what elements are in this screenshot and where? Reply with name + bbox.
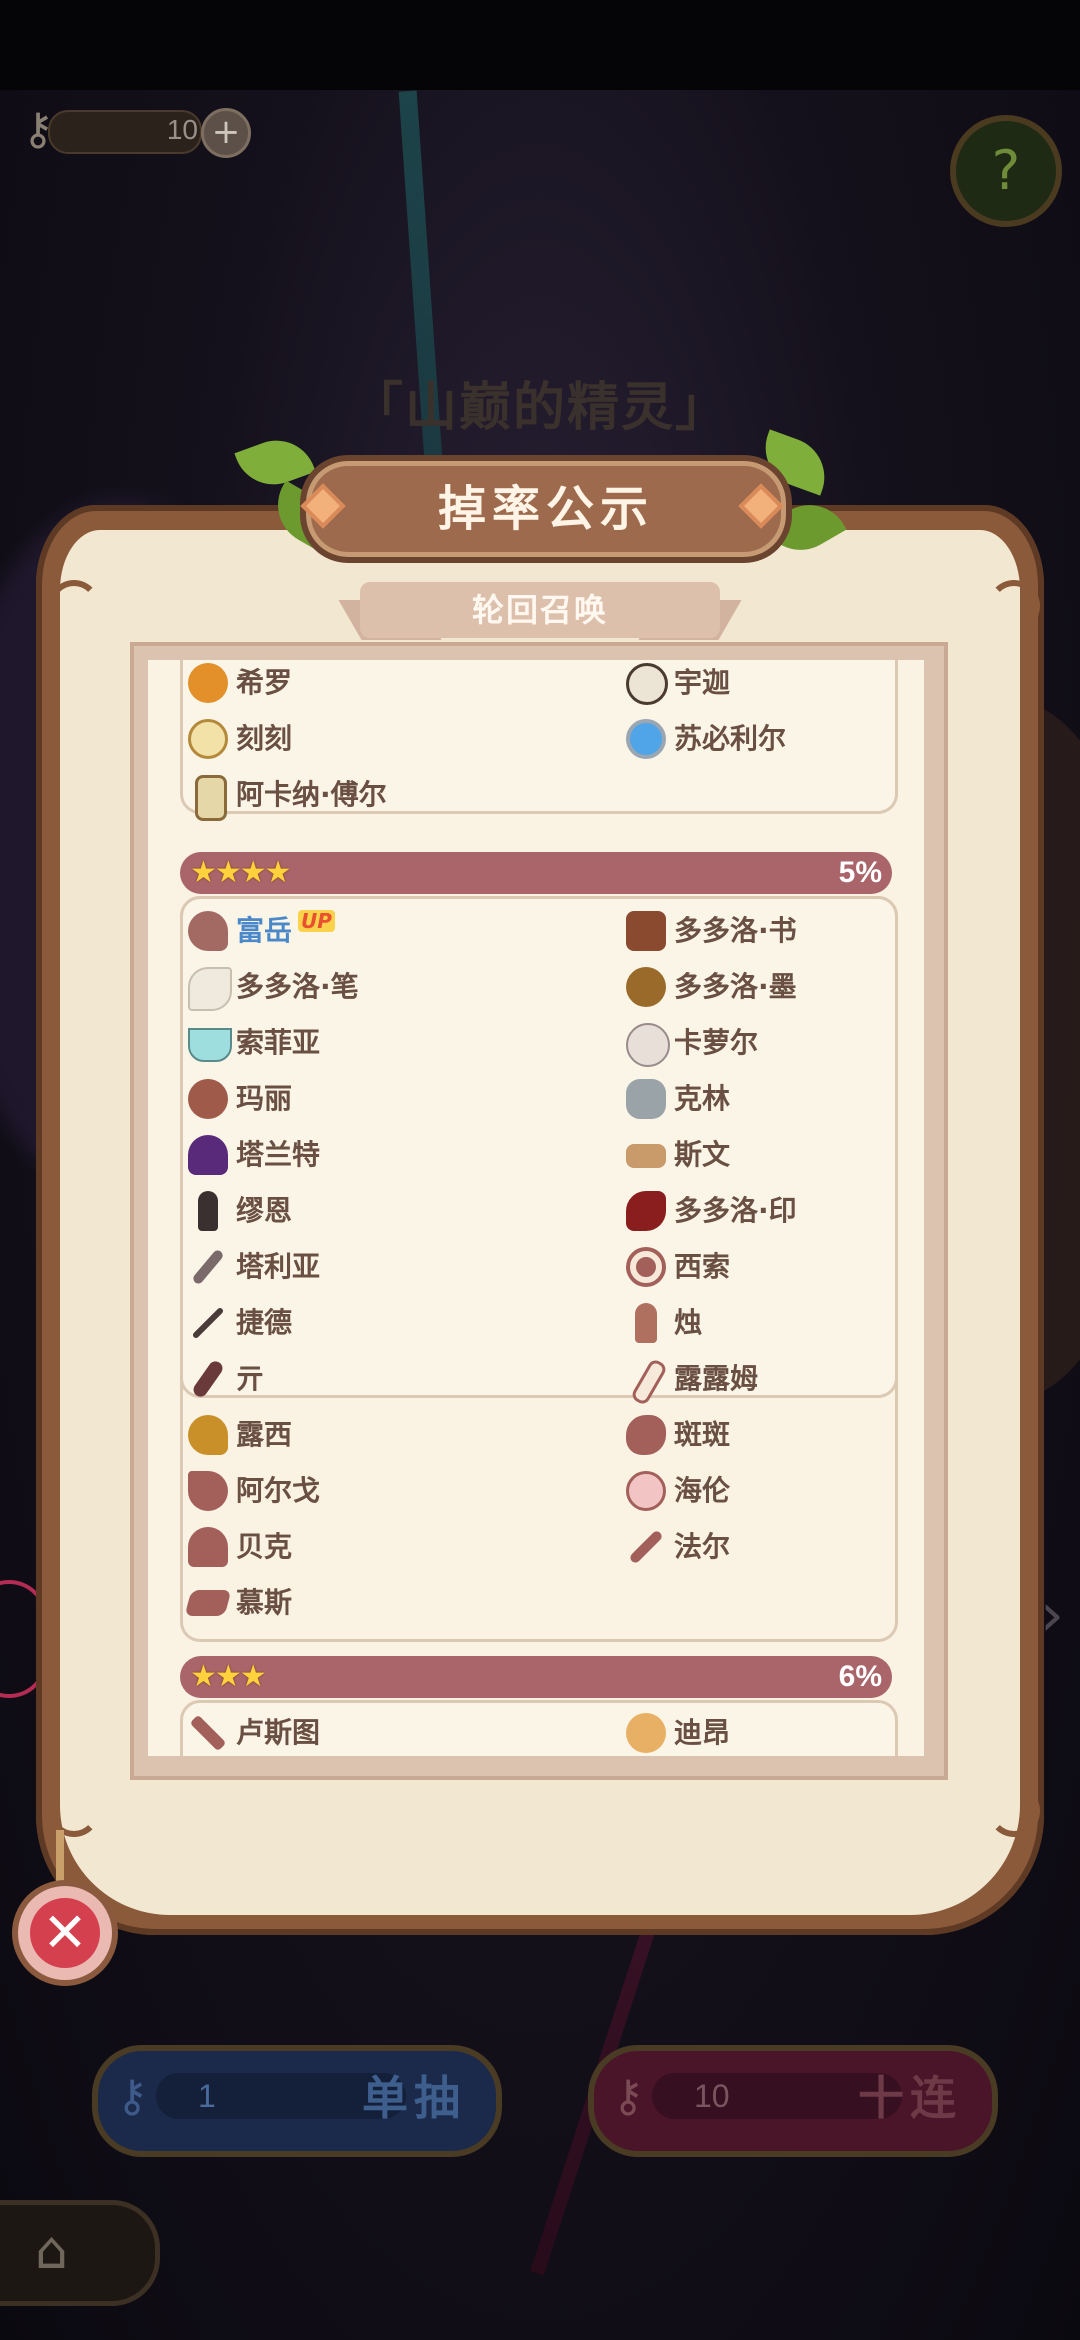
panel-title: 掉率公示 <box>437 481 654 537</box>
pocket-watch-icon <box>188 719 228 759</box>
list-item: 卢斯图 <box>188 1710 528 1756</box>
single-draw-cost: 1 <box>198 2078 216 2114</box>
close-icon: ✕ <box>30 1898 100 1968</box>
cookie-icon <box>626 1713 666 1753</box>
tarot-card-icon <box>195 775 227 821</box>
rope-decoration <box>56 1830 64 1885</box>
list-item: 阿卡纳·傅尔 <box>188 772 528 821</box>
character-group-border <box>180 896 898 1642</box>
key-count: 10 <box>166 114 198 145</box>
list-item: 苏必利尔 <box>626 716 924 762</box>
crown-icon <box>188 663 228 703</box>
corner-ornament <box>48 580 100 632</box>
key-currency-counter: ⚷ 10 + <box>8 100 251 160</box>
tier-drop-rate: 5% <box>838 856 882 889</box>
add-keys-button[interactable]: + <box>201 108 251 158</box>
key-icon: ⚷ <box>612 2071 645 2122</box>
banner-title: 「山巅的精灵」 <box>350 378 729 438</box>
tier-drop-rate: 6% <box>838 1660 882 1693</box>
item-name: 苏必利尔 <box>674 722 787 755</box>
plank-icon <box>189 1714 227 1752</box>
item-name: 刻刻 <box>236 722 293 755</box>
summon-type-label: 轮回召唤 <box>471 591 608 629</box>
ten-draw-label: 十连 <box>858 2071 962 2125</box>
corner-ornament <box>988 1785 1040 1837</box>
key-icon: ⚷ <box>21 104 55 155</box>
single-draw-button[interactable]: ⚷ 1 单抽 <box>92 2045 502 2157</box>
ten-draw-cost: 10 <box>694 2078 730 2114</box>
star-rating-icon: ★★★★ <box>190 855 292 890</box>
list-item: 希罗 <box>188 660 528 706</box>
key-icon: ⚷ <box>116 2071 149 2122</box>
star-rating-icon: ★★★ <box>190 1659 267 1694</box>
summon-type-ribbon: 轮回召唤 <box>360 582 720 638</box>
cake-icon <box>626 663 668 705</box>
home-icon: ⌂ <box>35 2221 69 2281</box>
ring-icon <box>626 719 666 759</box>
item-name: 希罗 <box>236 666 293 699</box>
panel-header: 掉率公示 <box>300 455 792 563</box>
item-name: 阿卡纳·傅尔 <box>236 778 387 811</box>
item-name: 迪昂 <box>674 1716 731 1749</box>
corner-ornament <box>988 580 1040 632</box>
rate-list-scroll[interactable]: 希罗 宇迦 刻刻 苏必利尔 阿卡纳·傅尔 ★★★★ 5% 富岳 UP 多多洛·书… <box>148 660 924 1756</box>
list-item: 宇迦 <box>626 660 924 706</box>
close-button[interactable]: ✕ <box>12 1880 118 1986</box>
tier-bar-4-star: ★★★★ 5% <box>180 852 892 894</box>
list-item: 刻刻 <box>188 716 528 762</box>
home-button[interactable]: ⌂ <box>0 2200 160 2306</box>
help-button[interactable]: ? <box>950 115 1062 227</box>
status-bar <box>0 0 1080 90</box>
tier-bar-3-star: ★★★ 6% <box>180 1656 892 1698</box>
single-draw-label: 单抽 <box>362 2071 466 2125</box>
ten-draw-button[interactable]: ⚷ 10 十连 <box>588 2045 998 2157</box>
item-name: 卢斯图 <box>236 1716 321 1749</box>
item-name: 宇迦 <box>674 666 731 699</box>
list-item: 迪昂 <box>626 1710 924 1756</box>
